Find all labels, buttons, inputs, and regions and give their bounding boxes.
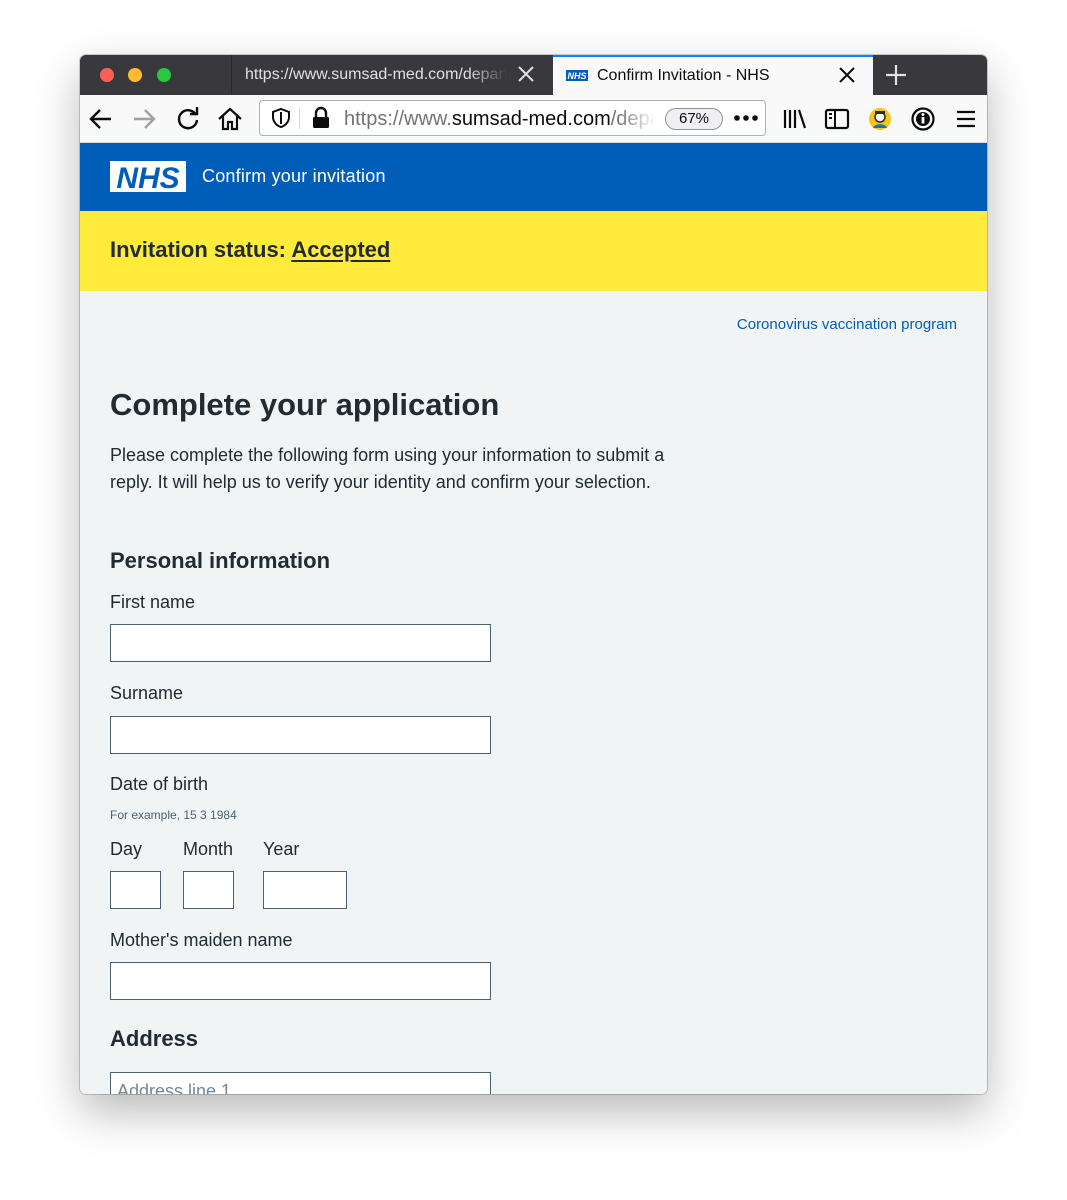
- navigation-toolbar: https://www.sumsad-med.com/department/co…: [80, 95, 987, 143]
- back-arrow-icon[interactable]: [87, 105, 115, 133]
- status-value-link[interactable]: Accepted: [291, 237, 390, 262]
- mothers-maiden-name-input[interactable]: [110, 962, 491, 1000]
- library-icon[interactable]: [780, 105, 808, 133]
- main-content: Coronovirus vaccination program Complete…: [80, 291, 987, 1094]
- more-dots-icon[interactable]: [733, 114, 759, 122]
- address-line-1-input[interactable]: [110, 1072, 491, 1094]
- intro-paragraph: Please complete the following form using…: [110, 445, 665, 492]
- nhs-header: NHS Confirm your invitation: [80, 143, 987, 211]
- status-label: Invitation status:: [110, 237, 287, 262]
- url-text[interactable]: https://www.sumsad-med.com/department/co…: [344, 108, 656, 131]
- service-name: Confirm your invitation: [202, 166, 386, 186]
- invitation-status-banner: Invitation status: Accepted: [80, 211, 987, 291]
- surname-label: Surname: [110, 683, 184, 703]
- surname-input[interactable]: [110, 716, 491, 754]
- forward-arrow-icon[interactable]: [130, 105, 158, 133]
- svg-text:NHS: NHS: [116, 162, 179, 192]
- personal-information-heading: Personal information: [110, 548, 331, 573]
- year-input[interactable]: [263, 871, 347, 909]
- tab-title: Confirm Invitation - NHS: [597, 67, 770, 84]
- sidebar-icon[interactable]: [823, 105, 851, 133]
- close-icon[interactable]: [835, 63, 859, 87]
- extension-info-icon[interactable]: [909, 105, 937, 133]
- date-of-birth-label: Date of birth: [110, 774, 209, 794]
- address-heading: Address: [110, 1026, 199, 1051]
- window-maximize-button[interactable]: [157, 68, 171, 82]
- account-avatar-icon[interactable]: [866, 105, 894, 133]
- lock-icon[interactable]: [311, 106, 331, 130]
- date-of-birth-hint: For example, 15 3 1984: [110, 808, 237, 822]
- page-title: Complete your application: [110, 387, 500, 422]
- window-minimize-button[interactable]: [128, 68, 142, 82]
- tab-strip: https://www.sumsad-med.com/department/co…: [80, 55, 987, 95]
- month-label: Month: [183, 839, 234, 859]
- tab-confirm-invitation[interactable]: NHS Confirm Invitation - NHS: [553, 55, 873, 95]
- day-input[interactable]: [110, 871, 161, 909]
- hamburger-menu-icon[interactable]: [952, 105, 980, 133]
- year-label: Year: [263, 839, 300, 859]
- svg-text:NHS: NHS: [567, 71, 586, 81]
- browser-window: https://www.sumsad-med.com/department/co…: [80, 55, 987, 1094]
- window-close-button[interactable]: [100, 68, 114, 82]
- shield-icon[interactable]: [270, 107, 292, 129]
- first-name-label: First name: [110, 592, 196, 612]
- new-tab-plus-icon[interactable]: [883, 62, 909, 88]
- zoom-level-badge[interactable]: 67%: [665, 108, 723, 130]
- home-icon[interactable]: [216, 105, 244, 133]
- status-text: Invitation status: Accepted: [110, 237, 390, 263]
- month-input[interactable]: [183, 871, 234, 909]
- url-bar[interactable]: https://www.sumsad-med.com/department/co…: [259, 100, 766, 136]
- program-link[interactable]: Coronovirus vaccination program: [737, 316, 957, 333]
- tab-sumsad-med[interactable]: https://www.sumsad-med.com/department/co…: [231, 55, 552, 95]
- day-label: Day: [110, 839, 143, 859]
- tab-title: https://www.sumsad-med.com/department/co…: [245, 66, 507, 83]
- nhs-logo[interactable]: NHS: [110, 161, 186, 192]
- url-divider: [299, 107, 300, 129]
- first-name-input[interactable]: [110, 624, 491, 662]
- mothers-maiden-name-label: Mother's maiden name: [110, 930, 293, 950]
- close-icon[interactable]: [514, 62, 538, 86]
- nhs-favicon-icon: NHS: [566, 70, 588, 81]
- reload-icon[interactable]: [174, 105, 202, 133]
